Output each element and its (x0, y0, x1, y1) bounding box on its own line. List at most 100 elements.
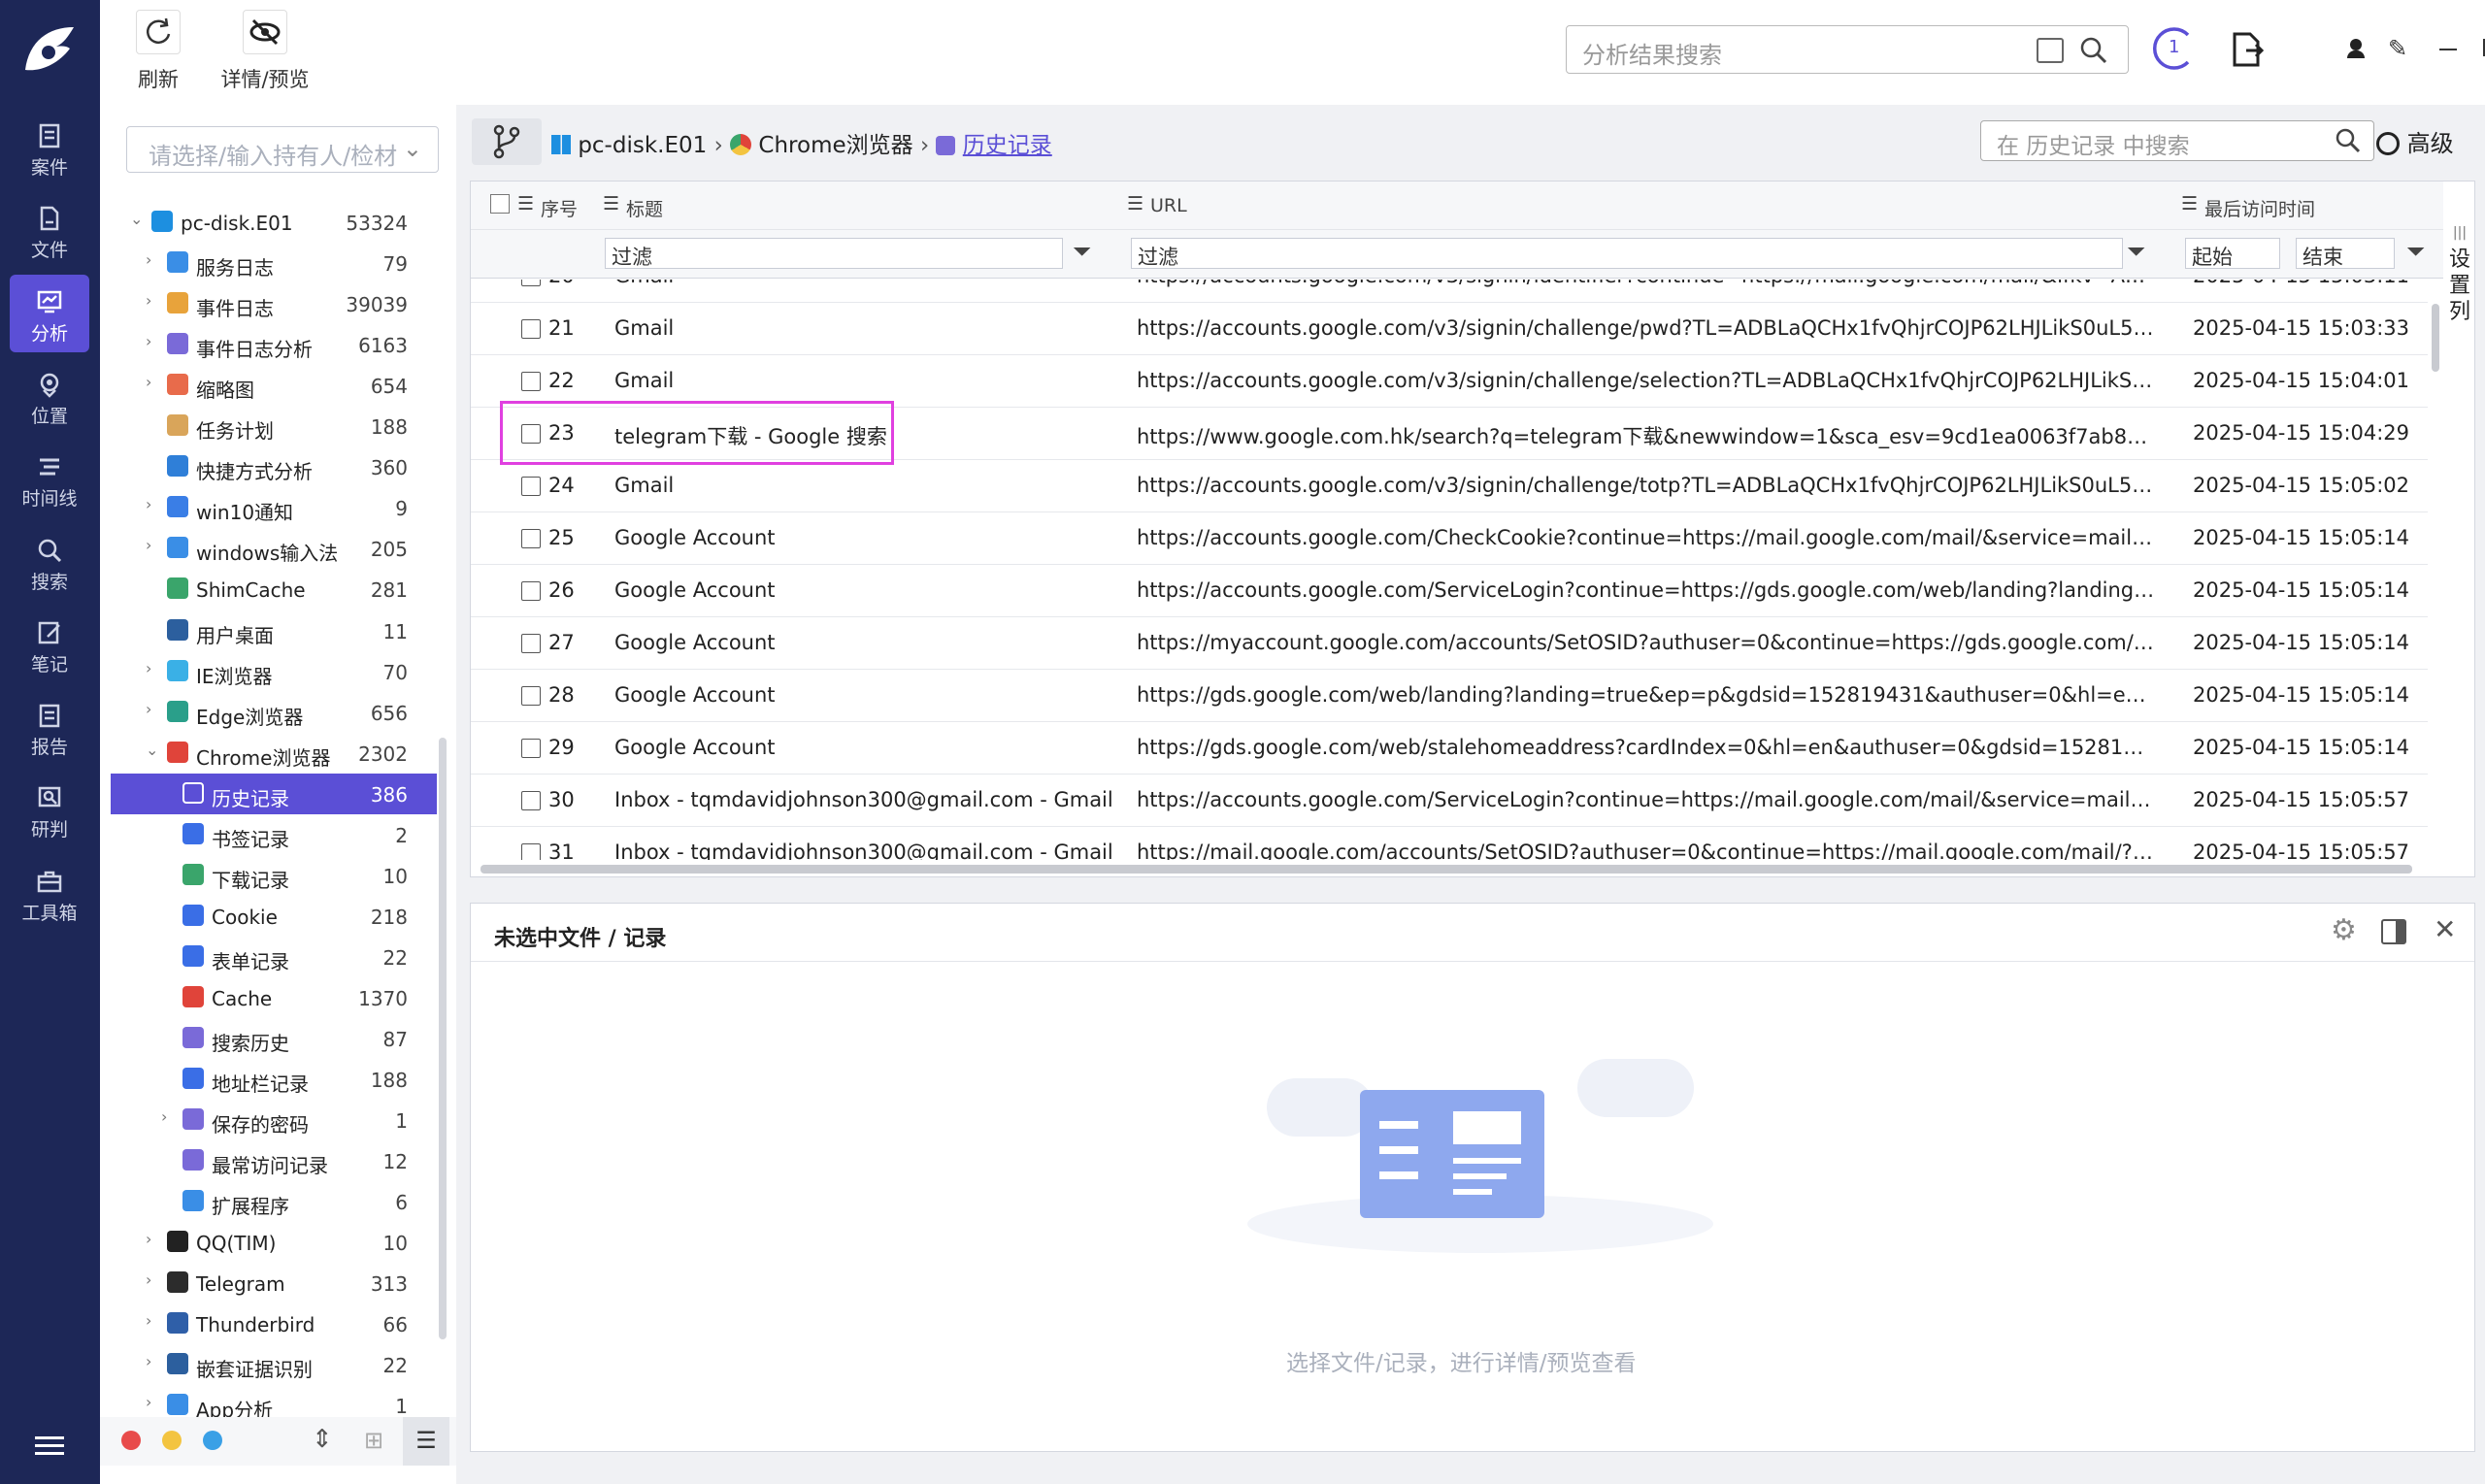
header-last-visit[interactable]: 最后访问时间 (2204, 195, 2315, 221)
tree-scrollbar[interactable] (439, 738, 447, 1339)
gear-icon[interactable]: ⚙ (2331, 913, 2357, 947)
row-checkbox[interactable] (521, 686, 541, 706)
chevron-right-icon[interactable]: › (146, 700, 151, 718)
branch-button[interactable] (472, 118, 542, 165)
collapse-all-icon[interactable]: ⇕ (312, 1425, 333, 1454)
url-filter-input[interactable]: 过滤 (1131, 238, 2123, 269)
table-row[interactable]: 21 Gmail https://accounts.google.com/v3/si… (471, 303, 2428, 355)
chevron-right-icon[interactable]: › (146, 1352, 151, 1370)
table-row[interactable]: 22 Gmail https://accounts.google.com/v3/si… (471, 355, 2428, 408)
tree-node[interactable]: 下载记录 10 (111, 855, 431, 896)
tree-node[interactable]: › 缩略图 654 (111, 365, 431, 406)
rail-item-file[interactable]: 文件 (10, 191, 89, 269)
tree-node[interactable]: 最常访问记录 12 (111, 1140, 431, 1181)
list-view-icon[interactable]: ☰ (403, 1417, 449, 1466)
header-seq[interactable]: 序号 (541, 195, 578, 221)
horizontal-scrollbar[interactable] (480, 865, 2412, 874)
table-row[interactable]: 24 Gmail https://accounts.google.com/v3/si… (471, 460, 2428, 512)
tree-node[interactable]: 表单记录 22 (111, 937, 431, 977)
tree-node[interactable]: › 嵌套证据识别 22 (111, 1344, 431, 1385)
column-settings-button[interactable]: ||| 设置列 (2445, 220, 2474, 356)
tree-node[interactable]: › 事件日志分析 6163 (111, 324, 431, 365)
preview-toggle-button[interactable]: 详情/预览 (197, 10, 333, 93)
breadcrumb-current[interactable]: 历史记录 (963, 133, 1052, 158)
row-checkbox[interactable] (521, 280, 541, 286)
row-checkbox[interactable] (521, 581, 541, 601)
minimize-icon[interactable] (2439, 49, 2457, 50)
calendar-icon[interactable] (2037, 38, 2064, 63)
task-progress-indicator[interactable]: 1 (2151, 23, 2198, 74)
close-panel-icon[interactable]: ✕ (2434, 913, 2456, 945)
chevron-down-icon[interactable]: ⌄ (146, 741, 158, 759)
table-row[interactable]: 26 Google Account https://accounts.google.… (471, 565, 2428, 617)
start-time-input[interactable]: 起始 (2185, 238, 2280, 269)
chevron-right-icon[interactable]: › (146, 1270, 151, 1289)
history-search-box[interactable]: 在 历史记录 中搜索 (1980, 120, 2374, 161)
holder-select-input[interactable]: 请选择/输入持有人/检材 ⌄ (126, 126, 439, 173)
filter-icon[interactable]: ⏷ (2406, 238, 2425, 265)
vertical-scrollbar[interactable] (2432, 304, 2439, 372)
tree-node[interactable]: ⌄ pc-disk.E01 53324 (111, 202, 431, 243)
split-view-icon[interactable] (2381, 919, 2406, 944)
filter-icon[interactable]: ⏷ (1073, 238, 1091, 265)
row-checkbox[interactable] (521, 372, 541, 391)
tree-node[interactable]: › 事件日志 39039 (111, 283, 431, 324)
row-checkbox[interactable] (521, 791, 541, 810)
refresh-button[interactable]: 刷新 (129, 10, 187, 93)
tree-node[interactable]: ShimCache 281 (111, 569, 431, 610)
chevron-right-icon[interactable]: › (146, 659, 151, 677)
row-checkbox[interactable] (521, 477, 541, 496)
search-icon[interactable] (2335, 127, 2362, 158)
breadcrumb-disk[interactable]: pc-disk.E01 (578, 133, 707, 158)
table-row[interactable]: 31 Inbox - tqmdavidjohnson300@gmail.com -… (471, 827, 2428, 860)
filter-icon[interactable]: ⏷ (2127, 238, 2145, 265)
rail-item-report[interactable]: 报告 (10, 688, 89, 766)
tree-node[interactable]: 书签记录 2 (111, 814, 431, 855)
chevron-right-icon[interactable]: › (146, 332, 151, 350)
pin-icon[interactable]: ✎ (2388, 35, 2407, 62)
tree-node[interactable]: 扩展程序 6 (111, 1181, 431, 1222)
table-row[interactable]: 28 Google Account https://gds.google.com/w… (471, 670, 2428, 722)
search-icon[interactable] (2079, 36, 2108, 69)
result-search-box[interactable]: 分析结果搜索 (1566, 25, 2129, 74)
chevron-right-icon[interactable]: › (146, 291, 151, 310)
tree-node[interactable]: 历史记录 386 (111, 773, 437, 814)
table-row[interactable]: 27 Google Account https://myaccount.google… (471, 617, 2428, 670)
tree-node[interactable]: › 服务日志 79 (111, 243, 431, 283)
row-checkbox[interactable] (521, 529, 541, 548)
tree-node[interactable]: 搜索历史 87 (111, 1018, 431, 1059)
column-menu-icon[interactable]: ☰ (2181, 193, 2198, 214)
table-row[interactable]: 29 Google Account https://gds.google.com/w… (471, 722, 2428, 775)
tree-node[interactable]: › Edge浏览器 656 (111, 692, 431, 733)
tree-node[interactable]: Cookie 218 (111, 896, 431, 937)
user-icon[interactable] (2347, 39, 2365, 58)
chevron-right-icon[interactable]: › (146, 495, 151, 513)
header-url[interactable]: URL (1150, 195, 1187, 216)
red-dot-icon[interactable] (121, 1431, 141, 1450)
tree-node[interactable]: › Thunderbird 66 (111, 1303, 431, 1344)
chevron-right-icon[interactable]: › (146, 1311, 151, 1330)
rail-item-notes[interactable]: 笔记 (10, 606, 89, 683)
rail-item-search[interactable]: 搜索 (10, 523, 89, 601)
table-row[interactable]: 30 Inbox - tqmdavidjohnson300@gmail.com -… (471, 775, 2428, 827)
tree-node[interactable]: 地址栏记录 188 (111, 1059, 431, 1100)
tree-node[interactable]: › Telegram 313 (111, 1263, 431, 1303)
select-all-checkbox[interactable] (490, 194, 510, 214)
blue-dot-icon[interactable] (203, 1431, 222, 1450)
tree-node[interactable]: 快捷方式分析 360 (111, 446, 431, 487)
tree-node[interactable]: 用户桌面 11 (111, 610, 431, 651)
column-menu-icon[interactable]: ☰ (603, 193, 619, 214)
rail-item-case[interactable]: 案件 (10, 109, 89, 186)
rail-item-judge[interactable]: 研判 (10, 771, 89, 848)
tree-node[interactable]: › windows输入法 205 (111, 528, 431, 569)
tree-node[interactable]: › 保存的密码 1 (111, 1100, 431, 1140)
tree-node[interactable]: ⌄ Chrome浏览器 2302 (111, 733, 431, 774)
tree-node[interactable]: › win10通知 9 (111, 487, 431, 528)
advanced-search-button[interactable]: 高级 (2376, 124, 2454, 158)
chevron-right-icon[interactable]: › (146, 1393, 151, 1411)
end-time-input[interactable]: 结束 (2296, 238, 2395, 269)
row-checkbox[interactable] (521, 634, 541, 653)
chevron-down-icon[interactable]: ⌄ (130, 210, 143, 228)
yellow-dot-icon[interactable] (162, 1431, 182, 1450)
export-icon[interactable] (2231, 31, 2265, 72)
